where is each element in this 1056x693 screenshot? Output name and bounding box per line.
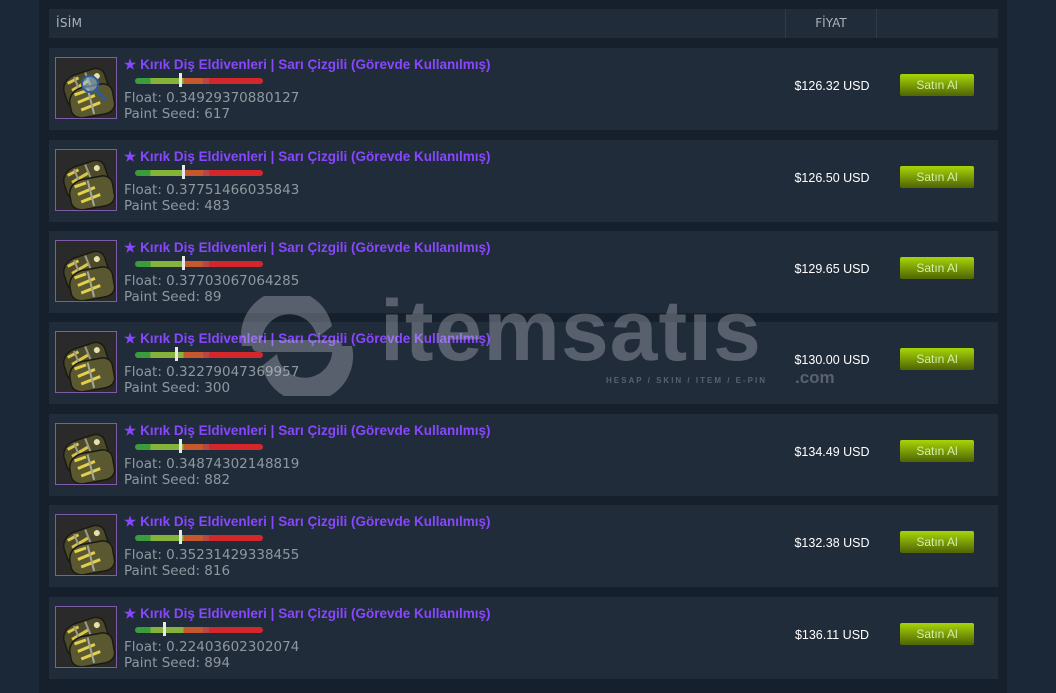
float-marker: [175, 347, 179, 361]
star-icon: ★: [124, 240, 137, 255]
listing-price: $126.50 USD: [794, 171, 870, 185]
float-marker: [179, 530, 183, 544]
listing-row: ★ Kırık Diş Eldivenleri | Sarı Çizgili (G…: [49, 48, 998, 130]
star-icon: ★: [124, 149, 137, 164]
star-icon: ★: [124, 423, 137, 438]
float-marker: [182, 256, 186, 270]
glove-with-magnifier-icon[interactable]: [55, 57, 117, 119]
listing-price: $136.11 USD: [794, 628, 870, 642]
float-wear-bar: [135, 73, 263, 87]
listing-price: $134.49 USD: [794, 445, 870, 459]
glove-icon[interactable]: [55, 423, 117, 485]
star-icon: ★: [124, 57, 137, 72]
item-name: Kırık Diş Eldivenleri | Sarı Çizgili (Gö…: [140, 57, 491, 72]
listing-price: $130.00 USD: [794, 353, 870, 367]
item-name-link[interactable]: ★ Kırık Diş Eldivenleri | Sarı Çizgili (G…: [124, 331, 490, 347]
listing-price: $126.32 USD: [794, 79, 870, 93]
item-name: Kırık Diş Eldivenleri | Sarı Çizgili (Gö…: [140, 240, 491, 255]
float-wear-bar: [135, 530, 263, 544]
listings-header: İSİM FİYAT: [49, 9, 998, 38]
item-name-link[interactable]: ★ Kırık Diş Eldivenleri | Sarı Çizgili (G…: [124, 149, 490, 165]
float-wear-bar: [135, 165, 263, 179]
glove-icon[interactable]: [55, 149, 117, 211]
float-marker: [178, 439, 182, 453]
item-name: Kırık Diş Eldivenleri | Sarı Çizgili (Gö…: [140, 606, 491, 621]
listing-row: ★ Kırık Diş Eldivenleri | Sarı Çizgili (G…: [49, 597, 998, 679]
float-value: Float: 0.37703067064285: [124, 273, 300, 289]
float-wear-bar: [135, 439, 263, 453]
item-name-link[interactable]: ★ Kırık Diş Eldivenleri | Sarı Çizgili (G…: [124, 240, 490, 256]
buy-button[interactable]: Satın Al: [900, 623, 974, 645]
float-value: Float: 0.32279047369957: [124, 364, 300, 380]
glove-icon[interactable]: [55, 331, 117, 393]
float-wear-bar: [135, 347, 263, 361]
float-marker: [162, 622, 166, 636]
item-name-link[interactable]: ★ Kırık Diş Eldivenleri | Sarı Çizgili (G…: [124, 423, 490, 439]
float-marker: [178, 73, 182, 87]
buy-button[interactable]: Satın Al: [900, 257, 974, 279]
item-name-link[interactable]: ★ Kırık Diş Eldivenleri | Sarı Çizgili (G…: [124, 57, 490, 73]
listing-row: ★ Kırık Diş Eldivenleri | Sarı Çizgili (G…: [49, 322, 998, 404]
paint-seed: Paint Seed: 617: [124, 106, 231, 122]
listing-price: $132.38 USD: [794, 536, 870, 550]
star-icon: ★: [124, 331, 137, 346]
listing-price: $129.65 USD: [794, 262, 870, 276]
paint-seed: Paint Seed: 882: [124, 472, 231, 488]
buy-button[interactable]: Satın Al: [900, 531, 974, 553]
item-name: Kırık Diş Eldivenleri | Sarı Çizgili (Gö…: [140, 149, 491, 164]
float-wear-bar: [135, 256, 263, 270]
item-name: Kırık Diş Eldivenleri | Sarı Çizgili (Gö…: [140, 331, 491, 346]
item-name: Kırık Diş Eldivenleri | Sarı Çizgili (Gö…: [140, 423, 491, 438]
star-icon: ★: [124, 514, 137, 529]
name-column-header: İSİM: [56, 16, 83, 30]
item-name-link[interactable]: ★ Kırık Diş Eldivenleri | Sarı Çizgili (G…: [124, 514, 490, 530]
item-name: Kırık Diş Eldivenleri | Sarı Çizgili (Gö…: [140, 514, 491, 529]
float-value: Float: 0.35231429338455: [124, 547, 300, 563]
listing-row: ★ Kırık Diş Eldivenleri | Sarı Çizgili (G…: [49, 505, 998, 587]
glove-icon[interactable]: [55, 606, 117, 668]
float-value: Float: 0.22403602302074: [124, 639, 300, 655]
buy-button[interactable]: Satın Al: [900, 440, 974, 462]
star-icon: ★: [124, 606, 137, 621]
listing-row: ★ Kırık Diş Eldivenleri | Sarı Çizgili (G…: [49, 414, 998, 496]
float-marker: [182, 165, 186, 179]
float-value: Float: 0.37751466035843: [124, 182, 300, 198]
float-wear-bar: [135, 622, 263, 636]
header-divider: [876, 9, 877, 38]
paint-seed: Paint Seed: 816: [124, 563, 231, 579]
listing-row: ★ Kırık Diş Eldivenleri | Sarı Çizgili (G…: [49, 140, 998, 222]
buy-button[interactable]: Satın Al: [900, 166, 974, 188]
paint-seed: Paint Seed: 483: [124, 198, 231, 214]
float-value: Float: 0.34874302148819: [124, 456, 300, 472]
buy-button[interactable]: Satın Al: [900, 348, 974, 370]
price-column-header: FİYAT: [815, 16, 847, 30]
float-value: Float: 0.34929370880127: [124, 90, 300, 106]
buy-button[interactable]: Satın Al: [900, 74, 974, 96]
paint-seed: Paint Seed: 300: [124, 380, 231, 396]
paint-seed: Paint Seed: 89: [124, 289, 222, 305]
item-name-link[interactable]: ★ Kırık Diş Eldivenleri | Sarı Çizgili (G…: [124, 606, 490, 622]
glove-icon[interactable]: [55, 514, 117, 576]
glove-icon[interactable]: [55, 240, 117, 302]
listing-row: ★ Kırık Diş Eldivenleri | Sarı Çizgili (G…: [49, 231, 998, 313]
paint-seed: Paint Seed: 894: [124, 655, 231, 671]
